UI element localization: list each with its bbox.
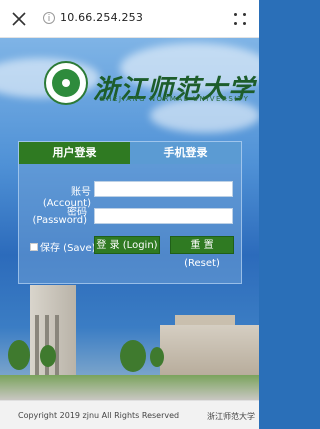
password-input[interactable] — [94, 208, 233, 224]
page-footer: Copyright 2019 zjnu All Rights Reserved … — [0, 400, 259, 429]
browser-address-bar: i 10.66.254.253 — [0, 0, 259, 38]
save-option[interactable]: 保存 (Save) — [30, 239, 96, 254]
more-options-icon[interactable] — [234, 13, 246, 25]
password-label-en: (Password) — [32, 215, 87, 226]
close-icon[interactable] — [11, 11, 27, 27]
account-input[interactable] — [94, 181, 233, 197]
login-button[interactable]: 登 录 (Login) — [94, 236, 160, 254]
university-logo — [44, 61, 88, 105]
copyright-text: Copyright 2019 zjnu All Rights Reserved — [18, 411, 180, 420]
save-label: 保存 (Save) — [40, 243, 96, 254]
footer-university-name: 浙江师范大学 — [207, 412, 255, 421]
university-name-en: ZHEJIANG NORMAL UNIVERSITY — [100, 95, 250, 103]
login-panel: 用户登录 手机登录 账号(Account) 密码 (Password) 保存 (… — [18, 141, 242, 284]
campus-photo — [0, 285, 259, 400]
login-tabs: 用户登录 手机登录 — [19, 142, 241, 164]
tab-phone-login[interactable]: 手机登录 — [130, 142, 241, 164]
save-checkbox[interactable] — [30, 242, 38, 251]
tab-user-login[interactable]: 用户登录 — [19, 142, 130, 164]
url-text[interactable]: 10.66.254.253 — [60, 11, 143, 24]
info-icon[interactable]: i — [43, 12, 55, 24]
reset-button[interactable]: 重 置 (Reset) — [170, 236, 234, 269]
